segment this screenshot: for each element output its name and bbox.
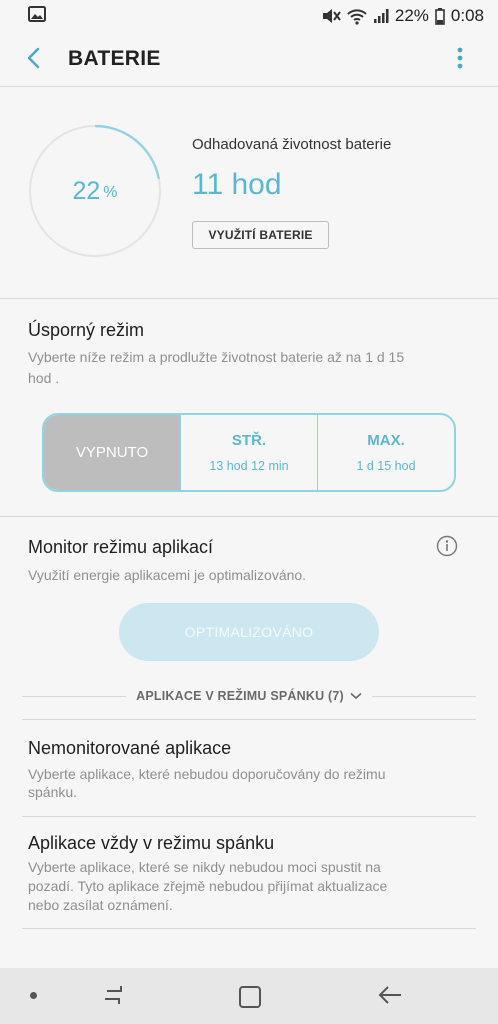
battery-percent-unit: %: [103, 184, 118, 201]
back-arrow-icon: [26, 47, 42, 74]
status-bar: 22% 0:08: [0, 0, 498, 32]
always-sleep-apps-description-1: Vyberte aplikace, které se nikdy nebudou…: [28, 859, 381, 875]
back-button[interactable]: [18, 44, 50, 76]
power-mode-off[interactable]: VYPNUTO: [44, 415, 180, 490]
signal-icon: [373, 8, 389, 24]
mute-icon: [321, 7, 341, 25]
chevron-down-icon: [350, 687, 362, 705]
page-title: BATERIE: [68, 47, 161, 70]
app-monitor-title: Monitor režimu aplikací: [28, 537, 214, 557]
image-icon: [28, 5, 46, 27]
power-mode-duration: 1 d 15 hod: [356, 459, 416, 473]
app-monitor-description: Využití energie aplikacemi je optimalizo…: [28, 567, 307, 583]
list-divider: [22, 816, 476, 817]
battery-usage-button[interactable]: VYUŽITÍ BATERIE: [192, 221, 329, 249]
divider-line: [371, 695, 477, 697]
power-mode-max[interactable]: MAX. 1 d 15 hod: [317, 415, 454, 490]
always-sleep-apps-description-3: nebo zasílat oznámení.: [28, 897, 173, 913]
power-mode-duration: 13 hod 12 min: [209, 459, 289, 473]
wifi-icon: [347, 7, 367, 25]
power-mode-label: MAX.: [367, 432, 405, 449]
power-saving-description-1: Vyberte níže režim a prodlužte životnost…: [28, 349, 405, 365]
unmonitored-apps-description-1: Vyberte aplikace, které nebudou doporučo…: [28, 766, 386, 782]
divider-line: [22, 695, 127, 697]
battery-divider: [0, 298, 498, 299]
power-mode-selector: VYPNUTO STŘ. 13 hod 12 min MAX. 1 d 15 h…: [42, 413, 456, 492]
unmonitored-apps-title[interactable]: Nemonitorované aplikace: [28, 738, 231, 759]
nav-dot-icon[interactable]: [30, 992, 37, 999]
always-sleep-apps-title[interactable]: Aplikace vždy v režimu spánku: [28, 833, 274, 854]
clock: 0:08: [450, 6, 484, 25]
power-mode-medium[interactable]: STŘ. 13 hod 12 min: [180, 415, 317, 490]
list-divider: [22, 928, 476, 929]
navigation-bar: [0, 968, 498, 1024]
app-bar: BATERIE: [0, 32, 498, 86]
sleeping-apps-expander[interactable]: APLIKACE V REŽIMU SPÁNKU (7): [22, 685, 477, 707]
home-icon[interactable]: [238, 985, 262, 1014]
more-vert-icon: [457, 47, 463, 74]
always-sleep-apps-description-2: pozadí. Tyto aplikace zřejmě nebudou při…: [28, 878, 388, 894]
battery-percent-display: 22 %: [28, 124, 162, 258]
header-divider: [0, 86, 498, 87]
power-mode-label: VYPNUTO: [75, 444, 149, 461]
power-saving-divider: [0, 516, 498, 517]
sleeping-apps-label: APLIKACE V REŽIMU SPÁNKU (7): [136, 689, 344, 703]
power-saving-title: Úsporný režim: [28, 320, 145, 340]
recent-apps-icon[interactable]: [101, 984, 125, 1011]
power-saving-description-2: hod .: [28, 370, 60, 386]
info-icon[interactable]: [436, 535, 458, 557]
nav-back-icon[interactable]: [377, 984, 403, 1011]
unmonitored-apps-description-2: spánku.: [28, 784, 78, 800]
power-mode-label: STŘ.: [231, 432, 267, 449]
estimate-label: Odhadovaná životnost baterie: [192, 136, 392, 153]
battery-icon: [435, 7, 445, 25]
battery-percent-value: 22: [72, 176, 101, 205]
optimized-button[interactable]: OPTIMALIZOVÁNO: [119, 603, 379, 661]
battery-percent: 22%: [394, 6, 429, 25]
list-divider: [22, 719, 476, 720]
more-options-button[interactable]: [448, 44, 472, 76]
estimate-value: 11 hod: [192, 168, 282, 201]
